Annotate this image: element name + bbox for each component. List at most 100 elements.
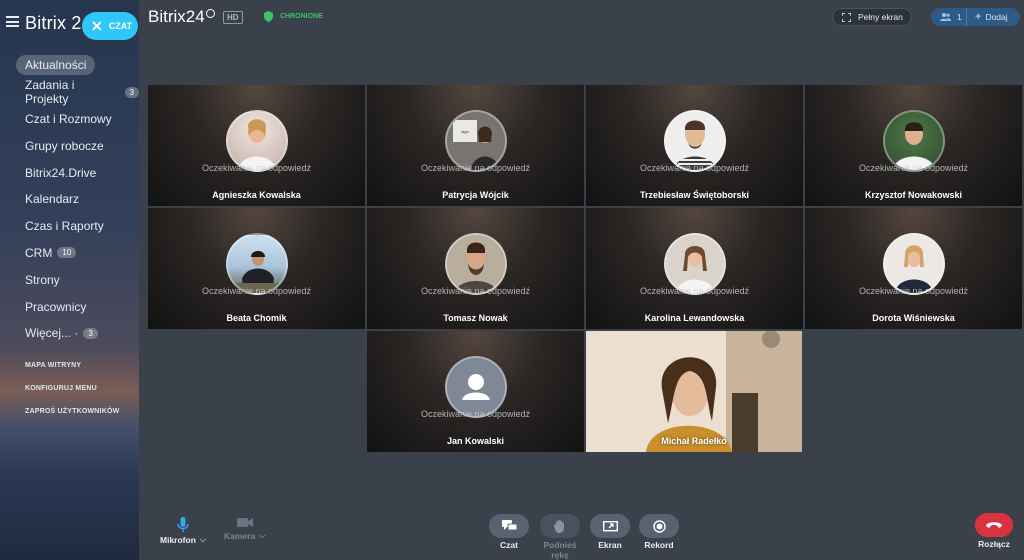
sidebar-item-label: Zadania i Projekty (25, 78, 75, 107)
counter-badge: 10 (57, 247, 77, 259)
clock-icon (205, 8, 215, 18)
chevron-down-icon[interactable]: ⌵ (200, 535, 206, 545)
participants-pill: 1 + Dodaj (931, 8, 1020, 26)
sidebar-item-label: Czas i Raporty (25, 219, 104, 234)
sitemap-link[interactable]: MAPA WITRYNY (25, 362, 119, 385)
record-control[interactable]: Rekord (639, 514, 679, 550)
participant-tile[interactable]: Oczekiwanie na odpowiedź Krzysztof Nowak… (805, 85, 1022, 206)
sidebar-item-aktualnosci[interactable]: Aktualności (0, 52, 139, 79)
participant-tile[interactable]: sign Oczekiwanie na odpowiedź Patrycja W… (367, 85, 584, 206)
participants-count-button[interactable]: 1 (931, 8, 967, 26)
default-user-icon (461, 374, 490, 400)
participant-tile[interactable]: Oczekiwanie na odpowiedź Beata Chomik (148, 208, 365, 329)
waiting-status: Oczekiwanie na odpowiedź (858, 163, 969, 173)
chat-close-button[interactable]: ✕ CZAT (82, 12, 138, 40)
users-icon (940, 13, 951, 21)
person-photo (227, 251, 286, 293)
sidebar-item-zadania[interactable]: Zadania i Projekty 3 (0, 78, 139, 107)
shield-icon (264, 11, 273, 22)
hangup-button[interactable] (975, 513, 1013, 537)
chat-control[interactable]: Czat (489, 514, 529, 550)
record-label: Rekord (644, 540, 674, 550)
person-photo (892, 122, 935, 170)
participant-tile[interactable]: Oczekiwanie na odpowiedź Trzebiesław Świ… (586, 85, 803, 206)
sidebar-item-label: Czat i Rozmowy (25, 111, 112, 126)
camera-control[interactable]: Kamera ⌵ (224, 517, 265, 541)
sidebar-item-czas[interactable]: Czas i Raporty (0, 213, 139, 240)
chevron-down-icon[interactable]: ⌵ (259, 531, 265, 541)
sidebar-header: Bitrix 2 ✕ CZAT (0, 0, 139, 46)
person-photo (237, 119, 276, 170)
invite-users-link[interactable]: ZAPROŚ UŻYTKOWNIKÓW (25, 408, 119, 431)
person-photo (675, 246, 714, 293)
local-video-tile[interactable]: Michał Radełko (586, 331, 802, 452)
sidebar: Bitrix 2 ✕ CZAT Aktualności Zadania i Pr… (0, 0, 139, 560)
screen-share-control[interactable]: Ekran (590, 514, 630, 550)
counter-badge: 3 (83, 327, 98, 339)
record-button[interactable] (639, 514, 679, 538)
waiting-status: Oczekiwanie na odpowiedź (639, 286, 750, 296)
sidebar-item-wiecej[interactable]: Więcej... · 3 (0, 320, 139, 347)
participant-name: Patrycja Wójcik (442, 190, 509, 200)
microphone-icon (177, 517, 189, 532)
sidebar-item-drive[interactable]: Bitrix24.Drive (0, 159, 139, 186)
waiting-status: Oczekiwanie na odpowiedź (639, 163, 750, 173)
sidebar-item-label: Grupy robocze (25, 138, 104, 153)
participant-tile[interactable]: Oczekiwanie na odpowiedź Agnieszka Kowal… (148, 85, 365, 206)
add-label: Dodaj (985, 12, 1008, 22)
svg-text:sign: sign (461, 129, 468, 134)
raise-hand-button[interactable] (540, 514, 580, 538)
participant-tile[interactable]: Oczekiwanie na odpowiedź Dorota Wiśniews… (805, 208, 1022, 329)
participant-name: Dorota Wiśniewska (872, 313, 955, 323)
sidebar-item-pracownicy[interactable]: Pracownicy (0, 293, 139, 320)
hand-icon (554, 520, 564, 533)
raise-hand-control[interactable]: Podnieś rękę (540, 514, 580, 560)
participant-name: Krzysztof Nowakowski (864, 190, 963, 200)
raise-hand-label-1: Podnieś (543, 540, 577, 550)
screen-share-icon (602, 520, 618, 531)
participant-name: Jan Kowalski (446, 436, 505, 446)
participant-tile[interactable]: Oczekiwanie na odpowiedź Tomasz Nowak (367, 208, 584, 329)
record-icon (652, 519, 666, 533)
plus-icon: + (975, 11, 982, 23)
participant-name: Karolina Lewandowska (644, 313, 745, 323)
sidebar-item-kalendarz[interactable]: Kalendarz (0, 186, 139, 213)
participant-tile[interactable]: Oczekiwanie na odpowiedź Jan Kowalski (367, 331, 584, 452)
counter-badge: 3 (124, 86, 139, 98)
sidebar-item-czat[interactable]: Czat i Rozmowy (0, 106, 139, 133)
sidebar-item-crm[interactable]: CRM 10 (0, 240, 139, 267)
secure-label: CHRONIONE (280, 13, 323, 20)
participant-name: Trzebiesław Świętoborski (639, 190, 750, 200)
participant-name: Tomasz Nowak (443, 313, 508, 323)
waiting-status: Oczekiwanie na odpowiedź (858, 286, 969, 296)
hangup-label: Rozłącz (978, 539, 1010, 549)
screen-share-button[interactable] (590, 514, 630, 538)
hangup-control[interactable]: Rozłącz (975, 513, 1013, 549)
sidebar-links: MAPA WITRYNY KONFIGURUJ MENU ZAPROŚ UŻYT… (25, 362, 119, 431)
waiting-status: Oczekiwanie na odpowiedź (420, 163, 531, 173)
raise-hand-label-2: rękę (551, 550, 569, 560)
secure-status: CHRONIONE (264, 11, 323, 22)
chat-button[interactable] (489, 514, 529, 538)
fullscreen-button[interactable]: Pełny ekran (832, 8, 912, 26)
waiting-status: Oczekiwanie na odpowiedź (201, 163, 312, 173)
chat-label: Czat (500, 540, 518, 550)
participant-name: Agnieszka Kowalska (212, 190, 301, 200)
microphone-control[interactable]: Mikrofon ⌵ (160, 517, 206, 545)
chat-icon (501, 520, 517, 531)
microphone-label: Mikrofon (160, 535, 196, 545)
video-call-window: Bitrix 2 ✕ CZAT Aktualności Zadania i Pr… (0, 0, 1024, 560)
participants-count: 1 (957, 12, 962, 22)
sidebar-brand[interactable]: Bitrix 2 (25, 13, 82, 34)
person-photo (894, 245, 933, 293)
configure-menu-link[interactable]: KONFIGURUJ MENU (25, 385, 119, 408)
participant-name: Beata Chomik (226, 313, 287, 323)
camera-icon (236, 518, 253, 527)
sidebar-item-strony[interactable]: Strony (0, 266, 139, 293)
add-participant-button[interactable]: + Dodaj (967, 11, 1008, 23)
participant-tile[interactable]: Oczekiwanie na odpowiedź Karolina Lewand… (586, 208, 803, 329)
fullscreen-icon (842, 12, 851, 22)
fullscreen-label: Pełny ekran (858, 12, 903, 22)
sidebar-item-grupy[interactable]: Grupy robocze (0, 132, 139, 159)
menu-icon[interactable] (6, 16, 19, 27)
